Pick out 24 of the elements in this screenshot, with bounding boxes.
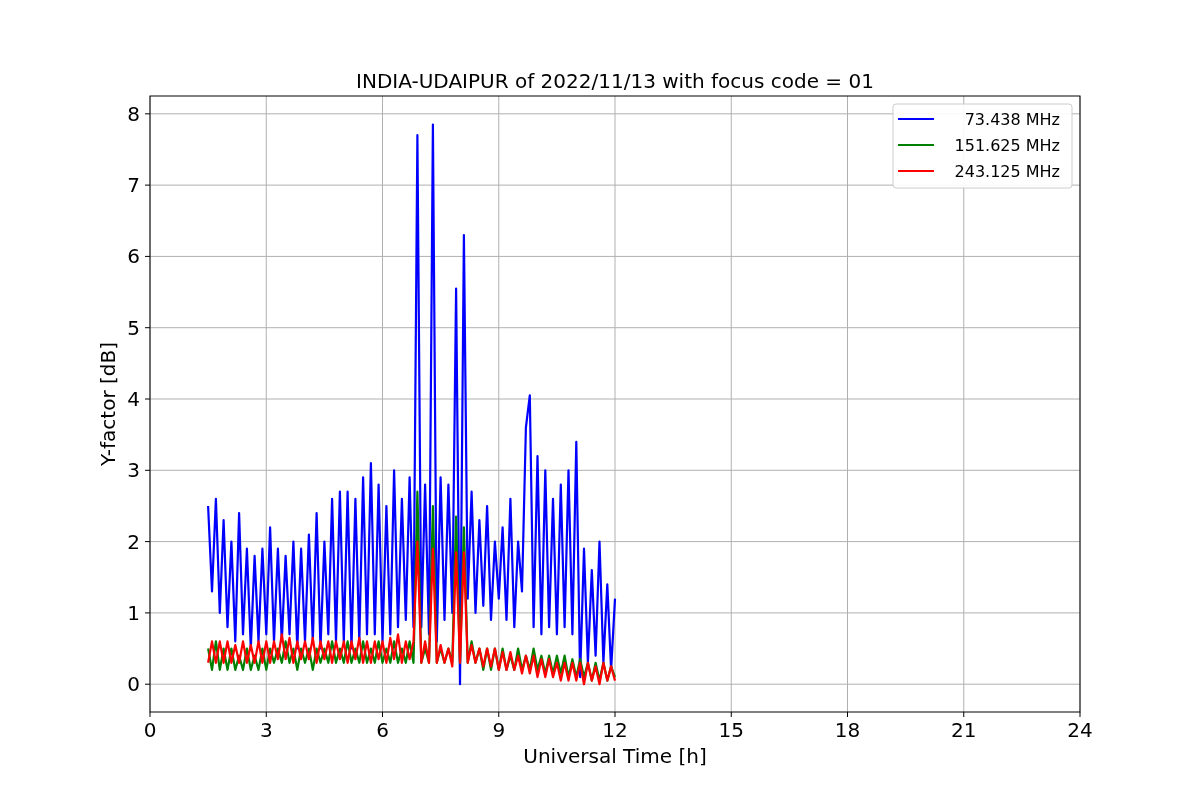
y-tick-label: 3 xyxy=(127,458,140,483)
x-tick-label: 15 xyxy=(718,718,744,742)
y-tick-label: 0 xyxy=(127,672,140,697)
y-tick-label: 1 xyxy=(127,600,140,625)
y-axis-label: Y-factor [dB] xyxy=(96,342,120,466)
chart-title: INDIA-UDAIPUR of 2022/11/13 with focus code = 01 xyxy=(356,69,874,93)
x-axis-label: Universal Time [h] xyxy=(523,744,707,768)
y-tick-label: 7 xyxy=(127,173,140,198)
legend-label: 73.438 MHz xyxy=(964,110,1060,129)
x-tick-label: 3 xyxy=(259,718,273,742)
x-tick-label: 0 xyxy=(143,718,157,742)
y-tick-label: 5 xyxy=(127,315,140,340)
x-tick-label: 12 xyxy=(602,718,628,742)
x-tick-label: 18 xyxy=(834,718,861,742)
y-tick-label: 2 xyxy=(127,529,140,554)
y-tick-label: 4 xyxy=(127,387,140,411)
x-tick-label: 21 xyxy=(951,718,977,742)
x-tick-label: 6 xyxy=(376,718,389,742)
legend-label: 151.625 MHz xyxy=(954,136,1060,155)
x-tick-label: 24 xyxy=(1067,718,1093,742)
y-tick-label: 8 xyxy=(127,101,140,126)
legend-label: 243.125 MHz xyxy=(954,162,1060,181)
y-tick-label: 6 xyxy=(127,244,140,269)
x-tick-label: 9 xyxy=(492,718,506,742)
